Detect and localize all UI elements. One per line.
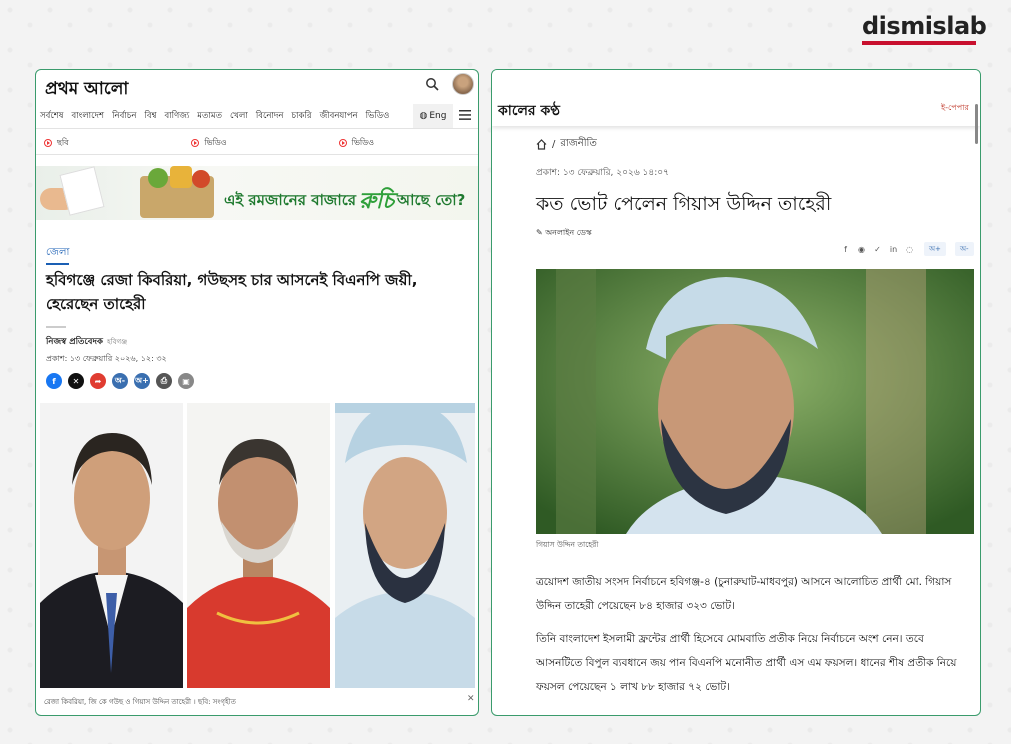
media-link-photo[interactable]: ছবি — [36, 132, 183, 154]
globe-icon: ◍ — [419, 111, 428, 121]
nav-item-world[interactable]: বিশ্ব — [140, 109, 160, 123]
nav-item-bangladesh[interactable]: বাংলাদেশ — [67, 109, 108, 123]
nav-item-video[interactable]: ভিডিও — [362, 109, 394, 123]
font-increase-icon[interactable]: অ+ — [134, 373, 150, 389]
kaler-kantho-screenshot: কালের কণ্ঠ ই-পেপার / রাজনীতি প্রকাশ: ১৩ … — [491, 69, 981, 716]
publish-date: প্রকাশ: ১৩ ফেব্রুয়ারি, ২০২৬ ১৪:০৭ — [536, 168, 669, 178]
publish-date: প্রকাশ: ১৩ ফেব্রুয়ারি ২০২৬, ১২: ৩২ — [46, 354, 167, 363]
photo-reza-kibria — [40, 403, 183, 688]
play-icon — [191, 139, 200, 147]
nav-item-business[interactable]: বাণিজ্য — [160, 109, 193, 123]
photo-gk-gaus — [187, 403, 330, 688]
ad-tomato — [192, 170, 210, 188]
font-decrease-icon[interactable]: অ- — [112, 373, 128, 389]
breadcrumb-separator: / — [552, 139, 556, 150]
ad-brand: রুচি — [359, 189, 395, 214]
nav-item-sports[interactable]: খেলা — [226, 109, 252, 123]
close-icon[interactable]: ✕ — [467, 694, 475, 704]
brand-underline — [862, 41, 976, 45]
facebook-icon[interactable]: f — [840, 244, 851, 255]
facebook-icon[interactable]: f — [46, 373, 62, 389]
nav-item-lifestyle[interactable]: জীবনযাপন — [316, 109, 362, 123]
home-icon[interactable] — [536, 139, 547, 150]
article-paragraph: ত্রয়োদশ জাতীয় সংসদ নির্বাচনে হবিগঞ্জ-৪… — [536, 576, 952, 612]
media-strip: ছবি ভিডিও ভিডিও — [36, 132, 478, 155]
avatar[interactable] — [452, 73, 474, 95]
main-nav: সর্বশেষ বাংলাদেশ নির্বাচন বিশ্ব বাণিজ্য … — [36, 104, 478, 129]
breadcrumb-section[interactable]: রাজনীতি — [560, 136, 597, 153]
twitter-icon[interactable]: ✓ — [872, 244, 883, 255]
play-icon — [338, 139, 347, 147]
advertisement-banner[interactable]: এই রমজানের বাজারে রুচি আছে তো? — [36, 166, 478, 220]
site-header: প্রথম আলো — [36, 70, 478, 102]
share-bar: f ◉ ✓ in ◌ অ+ অ- — [840, 242, 974, 256]
edit-icon: ✎ — [536, 228, 546, 237]
nav-item-opinion[interactable]: মতামত — [193, 109, 226, 123]
article-title: হবিগঞ্জে রেজা কিবরিয়া, গউছসহ চার আসনেই … — [46, 271, 418, 313]
font-increase-button[interactable]: অ+ — [924, 242, 946, 256]
nav-item-latest[interactable]: সর্বশেষ — [36, 109, 67, 123]
breadcrumb: / রাজনীতি — [536, 136, 597, 153]
category-link[interactable]: জেলা — [46, 245, 70, 265]
photo-taheri-left — [335, 403, 475, 688]
ad-headline: এই রমজানের বাজারে রুচি আছে তো? — [224, 184, 465, 220]
search-icon[interactable] — [425, 77, 439, 91]
whatsapp-icon[interactable]: ◌ — [904, 244, 915, 255]
dismislab-logo: dismislab — [862, 12, 987, 48]
language-label: Eng — [429, 111, 447, 121]
ad-vegetable — [148, 168, 168, 188]
scrollbar-thumb[interactable] — [975, 104, 978, 144]
share-icon[interactable]: ➦ — [90, 373, 106, 389]
site-header: কালের কণ্ঠ ই-পেপার — [492, 70, 980, 126]
site-logo[interactable]: কালের কণ্ঠ — [498, 99, 560, 123]
article-paragraph: তিনি বাংলাদেশ ইসলামী ফ্রন্টের প্রার্থী হ… — [536, 633, 957, 693]
bookmark-icon[interactable]: ▣ — [178, 373, 194, 389]
nav-item-jobs[interactable]: চাকরি — [287, 109, 315, 123]
photo-taheri — [536, 269, 974, 534]
ad-product-box — [170, 166, 192, 188]
article-title: কত ভোট পেলেন গিয়াস উদ্দিন তাহেরী — [536, 193, 832, 215]
brand-name: dismislab — [862, 12, 987, 40]
photo-caption: গিয়াস উদ্দিন তাহেরী — [536, 540, 599, 549]
epaper-link[interactable]: ই-পেপার — [941, 102, 969, 115]
author-byline: নিজস্ব প্রতিবেদক হবিগঞ্জ — [46, 337, 128, 347]
media-link-video-2[interactable]: ভিডিও — [331, 132, 478, 154]
hamburger-menu-icon[interactable] — [459, 109, 471, 121]
nav-item-election[interactable]: নির্বাচন — [108, 109, 140, 123]
prothom-alo-screenshot: প্রথম আলো সর্বশেষ বাংলাদেশ নির্বাচন বিশ্… — [35, 69, 479, 716]
media-link-video[interactable]: ভিডিও — [183, 132, 330, 154]
language-switch[interactable]: ◍ Eng — [413, 104, 453, 128]
linkedin-icon[interactable]: in — [888, 244, 899, 255]
author-location: হবিগঞ্জ — [106, 338, 128, 346]
photo-caption: রেজা কিবরিয়া, জি কে গউছ ও গিয়াস উদ্দিন… — [44, 698, 236, 706]
print-icon[interactable]: ⎙ — [156, 373, 172, 389]
messenger-icon[interactable]: ◉ — [856, 244, 867, 255]
divider — [46, 326, 66, 328]
share-bar: f ✕ ➦ অ- অ+ ⎙ ▣ — [46, 373, 194, 389]
play-icon — [44, 139, 52, 147]
font-decrease-button[interactable]: অ- — [954, 242, 974, 256]
author-byline: ✎ অনলাইন ডেস্ক — [536, 228, 592, 237]
nav-item-entertainment[interactable]: বিনোদন — [252, 109, 288, 123]
x-icon[interactable]: ✕ — [68, 373, 84, 389]
site-logo[interactable]: প্রথম আলো — [45, 76, 128, 104]
